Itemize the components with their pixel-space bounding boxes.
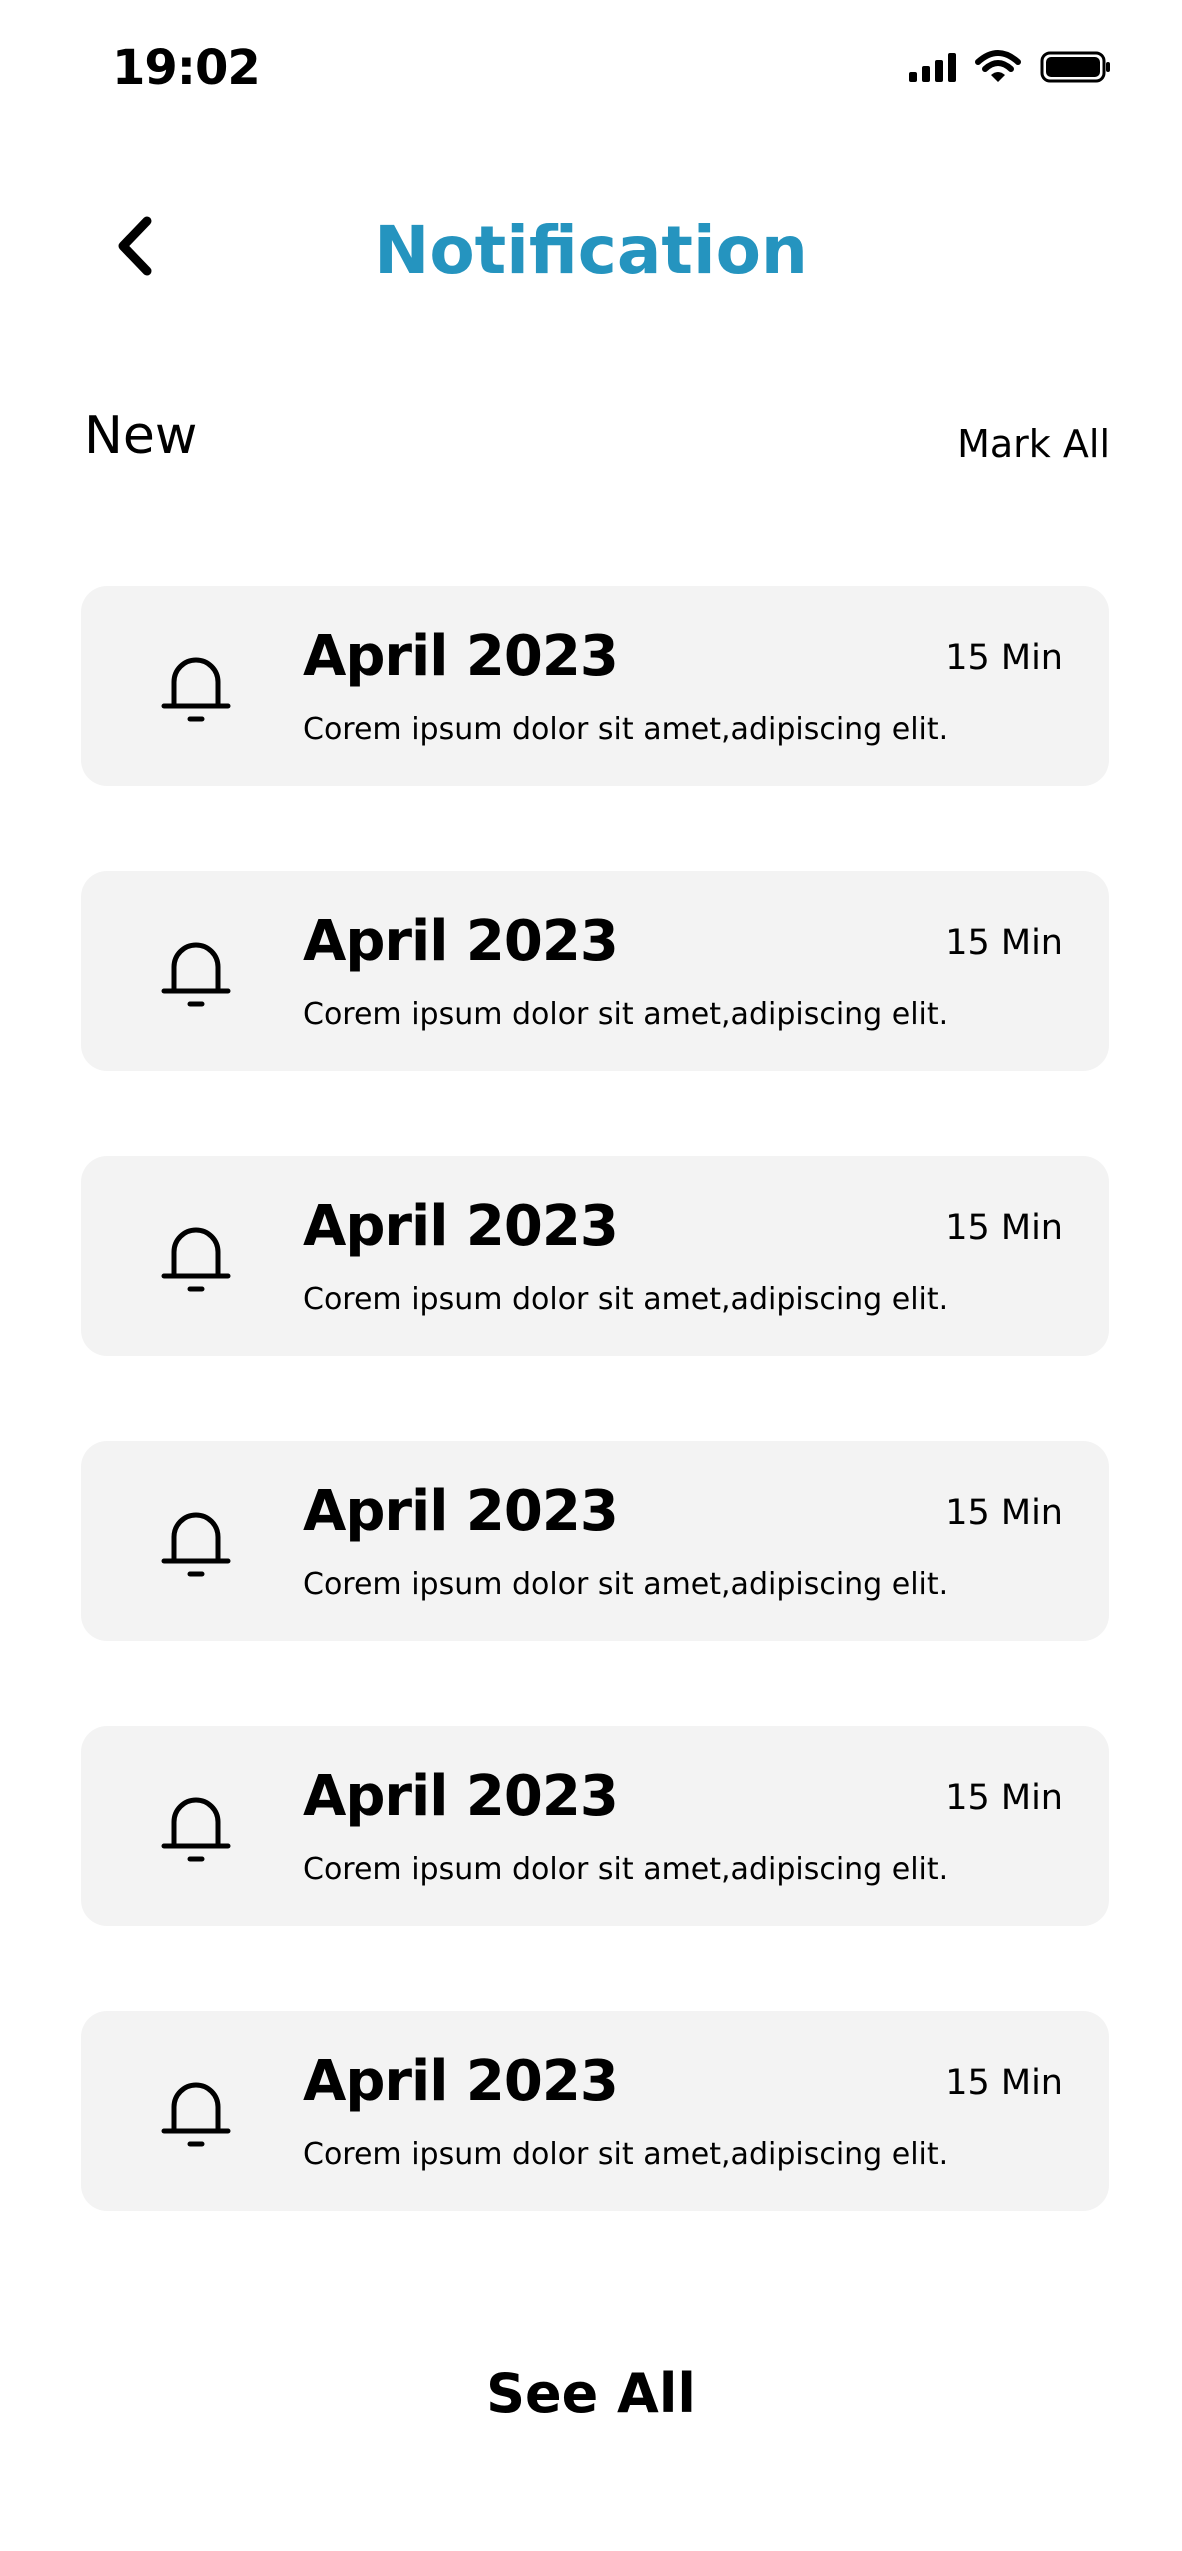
notification-time: 15 Min <box>945 1208 1063 1248</box>
notification-card[interactable]: April 2023 Corem ipsum dolor sit amet,ad… <box>81 1726 1109 1926</box>
wifi-icon <box>975 50 1021 82</box>
notification-text: Corem ipsum dolor sit amet,adipiscing el… <box>303 1567 949 1602</box>
notification-time: 15 Min <box>945 2063 1063 2103</box>
notification-text: Corem ipsum dolor sit amet,adipiscing el… <box>303 712 949 747</box>
notification-card[interactable]: April 2023 Corem ipsum dolor sit amet,ad… <box>81 586 1109 786</box>
notification-title: April 2023 <box>303 1764 619 1829</box>
notification-text: Corem ipsum dolor sit amet,adipiscing el… <box>303 2137 949 2172</box>
notification-title: April 2023 <box>303 909 619 974</box>
mark-all-button[interactable]: Mark All <box>957 422 1110 466</box>
notification-text: Corem ipsum dolor sit amet,adipiscing el… <box>303 1852 949 1887</box>
notification-title: April 2023 <box>303 2049 619 2114</box>
notification-card[interactable]: April 2023 Corem ipsum dolor sit amet,ad… <box>81 2011 1109 2211</box>
notification-text: Corem ipsum dolor sit amet,adipiscing el… <box>303 1282 949 1317</box>
bell-icon <box>161 1512 231 1577</box>
status-bar: 19:02 <box>0 0 1182 140</box>
page-title: Notification <box>374 212 808 289</box>
notification-time: 15 Min <box>945 1493 1063 1533</box>
notification-time: 15 Min <box>945 923 1063 963</box>
bell-icon <box>161 2082 231 2147</box>
bell-icon <box>161 1227 231 1292</box>
notification-card[interactable]: April 2023 Corem ipsum dolor sit amet,ad… <box>81 1441 1109 1641</box>
notification-title: April 2023 <box>303 624 619 689</box>
notification-list: April 2023 Corem ipsum dolor sit amet,ad… <box>81 586 1109 2296</box>
see-all-button[interactable]: See All <box>0 2362 1182 2425</box>
status-time: 19:02 <box>112 40 261 96</box>
notification-title: April 2023 <box>303 1194 619 1259</box>
notification-card[interactable]: April 2023 Corem ipsum dolor sit amet,ad… <box>81 871 1109 1071</box>
section-title: New <box>84 406 198 466</box>
bell-icon <box>161 942 231 1007</box>
status-icons <box>909 50 1112 84</box>
cellular-signal-icon <box>909 52 956 82</box>
notification-title: April 2023 <box>303 1479 619 1544</box>
notification-time: 15 Min <box>945 638 1063 678</box>
bell-icon <box>161 1797 231 1862</box>
header: Notification <box>0 180 1182 310</box>
notification-time: 15 Min <box>945 1778 1063 1818</box>
bell-icon <box>161 657 231 722</box>
notification-text: Corem ipsum dolor sit amet,adipiscing el… <box>303 997 949 1032</box>
battery-icon <box>1040 51 1110 83</box>
section-header: New Mark All <box>82 400 1110 480</box>
notification-card[interactable]: April 2023 Corem ipsum dolor sit amet,ad… <box>81 1156 1109 1356</box>
